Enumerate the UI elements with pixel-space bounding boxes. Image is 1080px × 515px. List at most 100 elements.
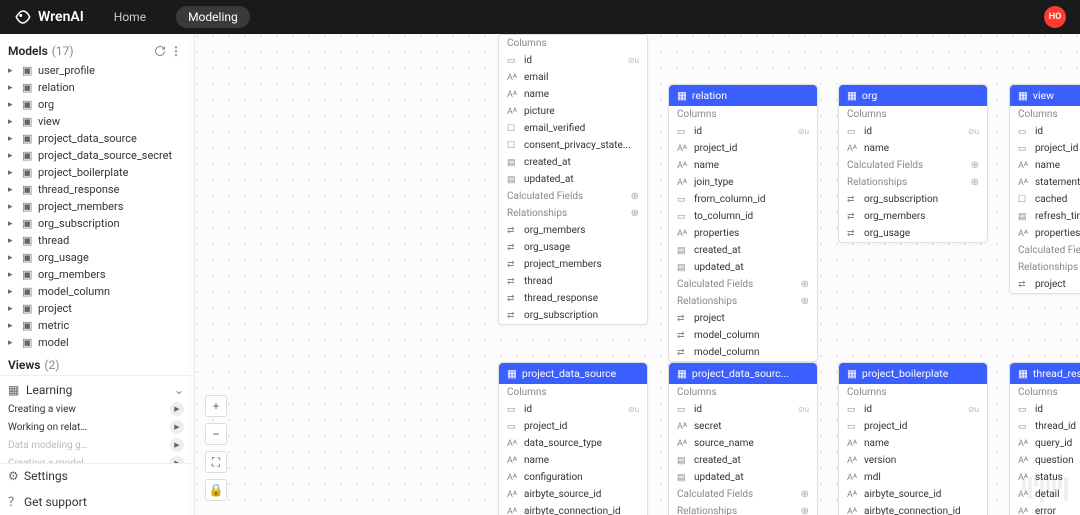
column-row[interactable]: ▭thread_id bbox=[1010, 418, 1080, 435]
relationship-row[interactable]: ⇄org_members bbox=[839, 208, 987, 225]
model-card[interactable]: ▦project_data_sourceColumns▭id⊘u▭project… bbox=[498, 362, 648, 515]
sidebar-model-item[interactable]: ▸▣model bbox=[0, 334, 194, 351]
learning-header[interactable]: ▦ Learning ⌄ bbox=[0, 380, 194, 400]
add-calc-button[interactable]: ⊕ bbox=[971, 160, 979, 171]
column-row[interactable]: ▤updated_at bbox=[669, 469, 817, 486]
column-row[interactable]: ▤created_at bbox=[669, 452, 817, 469]
column-row[interactable]: Aᴬproject_id bbox=[669, 140, 817, 157]
column-row[interactable]: Aᴬpicture bbox=[499, 103, 647, 120]
sidebar-model-item[interactable]: ▸▣org_subscription bbox=[0, 215, 194, 232]
relationship-row[interactable]: ⇄org_usage bbox=[839, 225, 987, 242]
settings-link[interactable]: ⚙ Settings bbox=[0, 464, 194, 488]
column-row[interactable]: Aᴬproperties bbox=[1010, 225, 1080, 242]
zoom-fit-button[interactable]: ⛶ bbox=[205, 451, 227, 473]
model-canvas[interactable]: ▦Columns▭id⊘uAᴬemailAᴬnameAᴬpicture☐emai… bbox=[195, 34, 1080, 515]
add-calc-button[interactable]: ⊕ bbox=[801, 279, 809, 290]
sidebar-model-item[interactable]: ▸▣thread bbox=[0, 232, 194, 249]
add-rel-button[interactable]: ⊕ bbox=[801, 296, 809, 307]
column-row[interactable]: ▭id⊘u bbox=[669, 401, 817, 418]
column-row[interactable]: ▭to_column_id bbox=[669, 208, 817, 225]
column-row[interactable]: ▤created_at bbox=[669, 242, 817, 259]
column-row[interactable]: Aᴬname bbox=[499, 452, 647, 469]
column-row[interactable]: ▭from_column_id bbox=[669, 191, 817, 208]
column-row[interactable]: ☐consent_privacy_state... bbox=[499, 137, 647, 154]
relationship-row[interactable]: ⇄project_members bbox=[499, 256, 647, 273]
sidebar-model-item[interactable]: ▸▣user_profile bbox=[0, 62, 194, 79]
support-link[interactable]: ？ Get support bbox=[0, 488, 194, 515]
model-card[interactable]: ▦orgColumns▭id⊘uAᴬnameCalculated Fields⊕… bbox=[838, 84, 988, 243]
column-row[interactable]: ▭id⊘u bbox=[669, 123, 817, 140]
sidebar-model-item[interactable]: ▸▣org_members bbox=[0, 266, 194, 283]
column-row[interactable]: ▭id⊘u bbox=[839, 123, 987, 140]
column-row[interactable]: Aᴬname bbox=[839, 140, 987, 157]
column-row[interactable]: ▭project_id bbox=[499, 418, 647, 435]
column-row[interactable]: ▤updated_at bbox=[669, 259, 817, 276]
learning-item[interactable]: Creating a view▶ bbox=[0, 400, 194, 418]
column-row[interactable]: ▭project_id bbox=[1010, 140, 1080, 157]
nav-modeling[interactable]: Modeling bbox=[176, 6, 250, 28]
logo[interactable]: WrenAI bbox=[14, 8, 84, 26]
column-row[interactable]: Aᴬairbyte_connection_id bbox=[499, 503, 647, 515]
column-row[interactable]: ▤created_at bbox=[499, 154, 647, 171]
column-row[interactable]: Aᴬquery_id bbox=[1010, 435, 1080, 452]
sidebar-model-item[interactable]: ▸▣project_members bbox=[0, 198, 194, 215]
model-card[interactable]: ▦relationColumns▭id⊘uAᴬproject_idAᴬnameA… bbox=[668, 84, 818, 362]
sidebar-model-item[interactable]: ▸▣project_data_source bbox=[0, 130, 194, 147]
relationship-row[interactable]: ⇄project bbox=[669, 310, 817, 327]
column-row[interactable]: Aᴬname bbox=[1010, 157, 1080, 174]
relationship-row[interactable]: ⇄model_column bbox=[669, 344, 817, 361]
column-row[interactable]: Aᴬairbyte_source_id bbox=[499, 486, 647, 503]
card-header[interactable]: ▦thread_response bbox=[1010, 363, 1080, 384]
learning-item[interactable]: Creating a model▶ bbox=[0, 454, 194, 463]
column-row[interactable]: ☐email_verified bbox=[499, 120, 647, 137]
card-header[interactable]: ▦project_data_source bbox=[499, 363, 647, 384]
column-row[interactable]: ☐cached bbox=[1010, 191, 1080, 208]
sidebar-model-item[interactable]: ▸▣project_data_source_secret bbox=[0, 147, 194, 164]
model-card[interactable]: ▦Columns▭id⊘uAᴬemailAᴬnameAᴬpicture☐emai… bbox=[498, 34, 648, 325]
relationship-row[interactable]: ⇄org_members bbox=[499, 222, 647, 239]
column-row[interactable]: Aᴬconfiguration bbox=[499, 469, 647, 486]
relationship-row[interactable]: ⇄org_usage bbox=[499, 239, 647, 256]
column-row[interactable]: Aᴬname bbox=[669, 157, 817, 174]
column-row[interactable]: Aᴬairbyte_connection_id bbox=[839, 503, 987, 515]
column-row[interactable]: ▭id⊘u bbox=[839, 401, 987, 418]
column-row[interactable]: Aᴬairbyte_source_id bbox=[839, 486, 987, 503]
refresh-icon[interactable] bbox=[152, 43, 168, 59]
zoom-out-button[interactable]: − bbox=[205, 423, 227, 445]
nav-home[interactable]: Home bbox=[102, 6, 158, 28]
column-row[interactable]: Aᴬemail bbox=[499, 69, 647, 86]
column-row[interactable]: Aᴬerror bbox=[1010, 503, 1080, 515]
zoom-in-button[interactable]: + bbox=[205, 395, 227, 417]
card-header[interactable]: ▦project_boilerplate bbox=[839, 363, 987, 384]
column-row[interactable]: ▭id⊘u bbox=[1010, 401, 1080, 418]
sidebar-model-item[interactable]: ▸▣project_boilerplate bbox=[0, 164, 194, 181]
add-rel-button[interactable]: ⊕ bbox=[971, 177, 979, 188]
relationship-row[interactable]: ⇄model_column bbox=[669, 327, 817, 344]
column-row[interactable]: Aᴬmdl bbox=[839, 469, 987, 486]
model-card[interactable]: ▦project_boilerplateColumns▭id⊘u▭project… bbox=[838, 362, 988, 515]
relationship-row[interactable]: ⇄thread bbox=[499, 273, 647, 290]
column-row[interactable]: ▭id⊘u bbox=[499, 52, 647, 69]
add-rel-button[interactable]: ⊕ bbox=[631, 208, 639, 219]
card-header[interactable]: ▦org bbox=[839, 85, 987, 106]
model-card[interactable]: ▦project_data_sourc...Columns▭id⊘uAᴬsecr… bbox=[668, 362, 818, 515]
relationship-row[interactable]: ⇄org_subscription bbox=[499, 307, 647, 324]
column-row[interactable]: Aᴬdata_source_type bbox=[499, 435, 647, 452]
column-row[interactable]: Aᴬname bbox=[499, 86, 647, 103]
column-row[interactable]: Aᴬversion bbox=[839, 452, 987, 469]
column-row[interactable]: Aᴬsecret bbox=[669, 418, 817, 435]
sidebar-model-item[interactable]: ▸▣org bbox=[0, 96, 194, 113]
sidebar-model-item[interactable]: ▸▣view bbox=[0, 113, 194, 130]
add-calc-button[interactable]: ⊕ bbox=[801, 489, 809, 500]
column-row[interactable]: Aᴬjoin_type bbox=[669, 174, 817, 191]
card-header[interactable]: ▦view bbox=[1010, 85, 1080, 106]
column-row[interactable]: Aᴬquestion bbox=[1010, 452, 1080, 469]
column-row[interactable]: Aᴬsource_name bbox=[669, 435, 817, 452]
card-header[interactable]: ▦project_data_sourc... bbox=[669, 363, 817, 384]
relationship-row[interactable]: ⇄org_subscription bbox=[839, 191, 987, 208]
sidebar-model-item[interactable]: ▸▣model_column bbox=[0, 283, 194, 300]
column-row[interactable]: ▭id⊘u bbox=[1010, 123, 1080, 140]
add-rel-button[interactable]: ⊕ bbox=[801, 506, 809, 515]
sidebar-model-item[interactable]: ▸▣project bbox=[0, 300, 194, 317]
card-header[interactable]: ▦relation bbox=[669, 85, 817, 106]
